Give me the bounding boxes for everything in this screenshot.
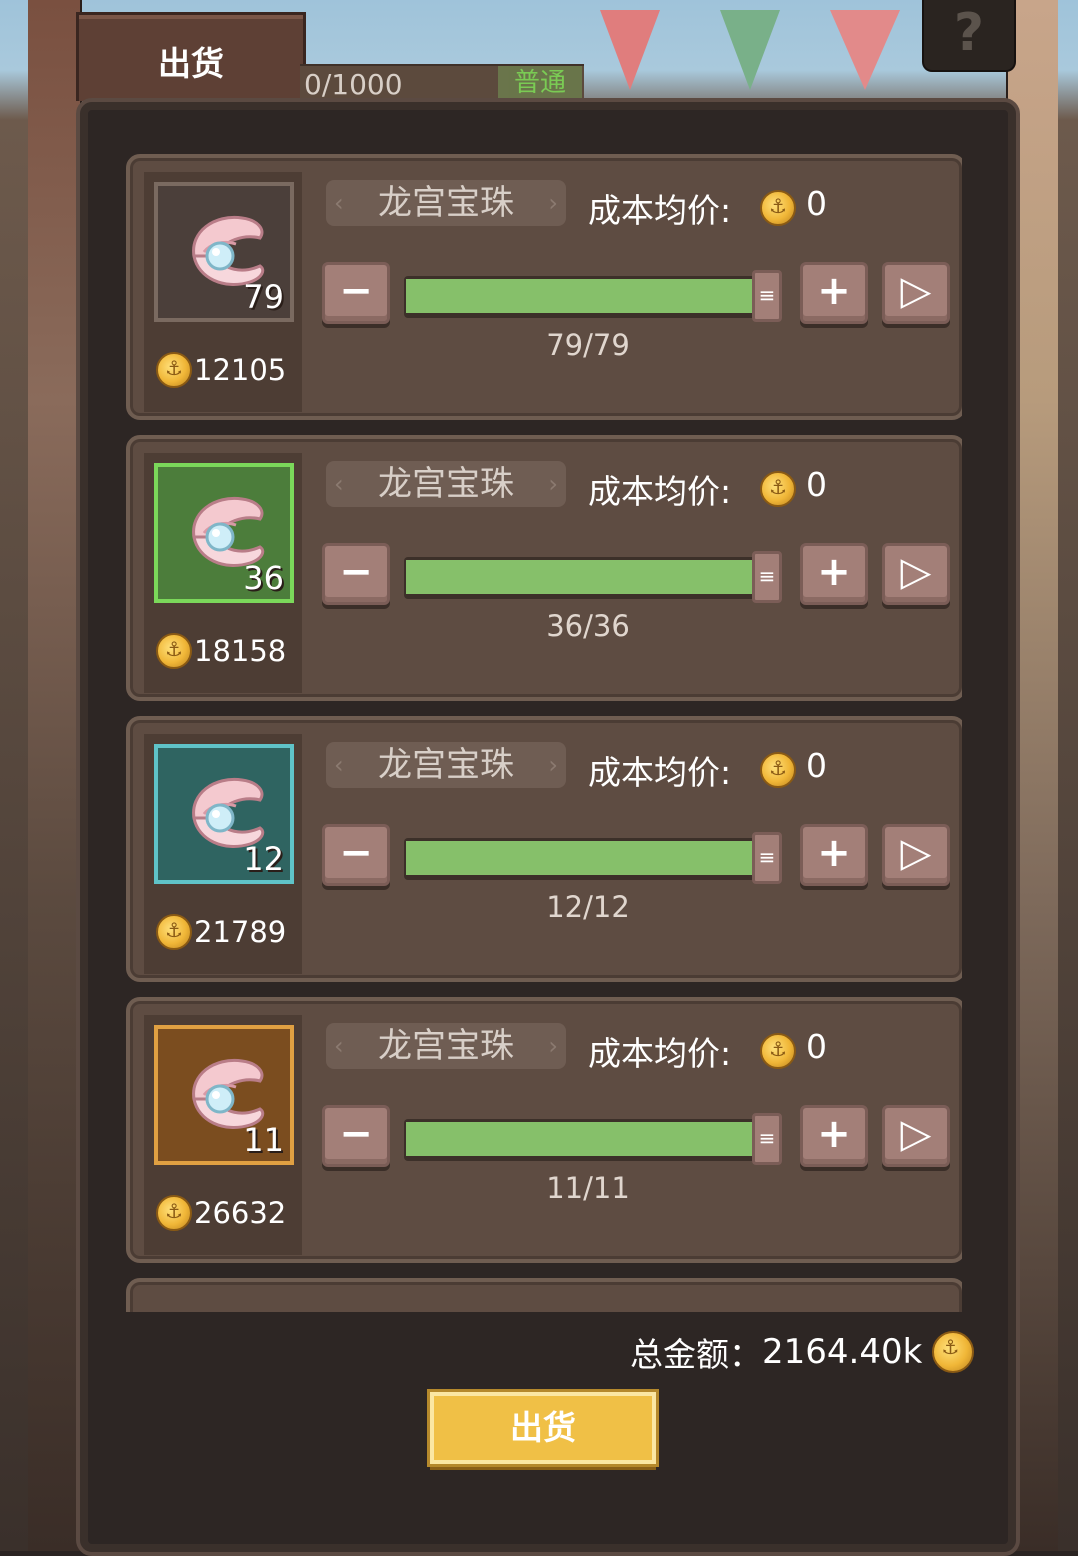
decrease-button[interactable]: − <box>322 824 390 886</box>
capacity-bar: 0/1000 普通 <box>300 64 584 102</box>
decrease-button[interactable]: − <box>322 262 390 324</box>
background-building-left <box>28 0 82 1551</box>
slider-fill <box>406 841 762 875</box>
cost-average-value: 0 <box>806 465 827 504</box>
coin-icon <box>156 352 192 388</box>
coin-icon <box>156 914 192 950</box>
ship-button[interactable]: 出货 <box>430 1392 656 1464</box>
capacity-text: 0/1000 <box>304 68 403 101</box>
increase-button[interactable]: + <box>800 1105 868 1167</box>
sell-price-value: 26632 <box>194 1196 287 1230</box>
total-value: 2164.40k <box>762 1332 923 1372</box>
increase-button[interactable]: + <box>800 262 868 324</box>
item-name-pill[interactable]: ‹ 龙宫宝珠 › <box>326 742 566 788</box>
selected-count: 79/79 <box>546 328 630 362</box>
chevron-right-icon: › <box>548 470 558 498</box>
selected-count: 36/36 <box>546 609 630 643</box>
cost-average-label: 成本均价: <box>588 472 732 511</box>
item-card: 79 12105 ‹ 龙宫宝珠 › 成本均价: 0 − ≡ + ▷ 79/79 <box>126 154 962 420</box>
quantity-slider[interactable] <box>404 838 764 880</box>
cost-average-label: 成本均价: <box>588 1034 732 1073</box>
item-card-partial <box>126 1278 962 1312</box>
item-slot: 79 12105 <box>144 172 302 412</box>
rarity-tag[interactable]: 普通 <box>498 66 582 100</box>
selected-count: 12/12 <box>546 890 630 924</box>
slider-handle[interactable]: ≡ <box>752 832 782 884</box>
cost-average-value: 0 <box>806 746 827 785</box>
item-name-pill[interactable]: ‹ 龙宫宝珠 › <box>326 1023 566 1069</box>
sell-price-value: 21789 <box>194 915 287 949</box>
item-list[interactable]: 79 12105 ‹ 龙宫宝珠 › 成本均价: 0 − ≡ + ▷ 79/79 <box>126 154 962 1312</box>
max-button[interactable]: ▷ <box>882 543 950 605</box>
item-name: 龙宫宝珠 <box>378 183 514 223</box>
coin-icon <box>760 471 796 507</box>
slider-fill <box>406 560 762 594</box>
item-name-pill[interactable]: ‹ 龙宫宝珠 › <box>326 180 566 226</box>
item-frame[interactable]: 36 <box>154 463 294 603</box>
total-label: 总金额： <box>630 1335 762 1374</box>
item-slot: 12 21789 <box>144 734 302 974</box>
cost-average-value: 0 <box>806 1027 827 1066</box>
sell-price: 12105 <box>156 350 286 390</box>
chevron-right-icon: › <box>548 189 558 217</box>
tab-ship[interactable]: 出货 <box>76 12 306 101</box>
decrease-button[interactable]: − <box>322 543 390 605</box>
item-quantity: 12 <box>243 840 284 878</box>
coin-icon <box>760 190 796 226</box>
ship-panel: 79 12105 ‹ 龙宫宝珠 › 成本均价: 0 − ≡ + ▷ 79/79 <box>76 98 1020 1556</box>
decrease-button[interactable]: − <box>322 1105 390 1167</box>
coin-icon <box>932 1331 975 1373</box>
slider-handle[interactable]: ≡ <box>752 551 782 603</box>
sell-price: 21789 <box>156 912 286 952</box>
cost-average-value: 0 <box>806 184 827 223</box>
sell-price-value: 18158 <box>194 634 287 668</box>
slider-fill <box>406 1122 762 1156</box>
item-frame[interactable]: 79 <box>154 182 294 322</box>
coin-icon <box>156 633 192 669</box>
item-slot: 11 26632 <box>144 1015 302 1255</box>
sell-price: 18158 <box>156 631 286 671</box>
chevron-left-icon: ‹ <box>334 751 344 779</box>
tab-ship-label: 出货 <box>158 44 224 83</box>
item-name: 龙宫宝珠 <box>378 1026 514 1066</box>
chevron-left-icon: ‹ <box>334 189 344 217</box>
chevron-left-icon: ‹ <box>334 470 344 498</box>
sell-price: 26632 <box>156 1193 286 1233</box>
item-card: 11 26632 ‹ 龙宫宝珠 › 成本均价: 0 − ≡ + ▷ 11/11 <box>126 997 962 1263</box>
quantity-slider[interactable] <box>404 1119 764 1161</box>
item-frame[interactable]: 11 <box>154 1025 294 1165</box>
cost-average-label: 成本均价: <box>588 753 732 792</box>
item-card: 12 21789 ‹ 龙宫宝珠 › 成本均价: 0 − ≡ + ▷ 12/12 <box>126 716 962 982</box>
item-name: 龙宫宝珠 <box>378 464 514 504</box>
item-card: 36 18158 ‹ 龙宫宝珠 › 成本均价: 0 − ≡ + ▷ 36/36 <box>126 435 962 701</box>
total-row: 总金额： 2164.40k <box>630 1328 975 1376</box>
selected-count: 11/11 <box>546 1171 630 1205</box>
quantity-slider[interactable] <box>404 276 764 318</box>
increase-button[interactable]: + <box>800 543 868 605</box>
quantity-slider[interactable] <box>404 557 764 599</box>
slider-handle[interactable]: ≡ <box>752 1113 782 1165</box>
item-name: 龙宫宝珠 <box>378 745 514 785</box>
coin-icon <box>156 1195 192 1231</box>
slider-fill <box>406 279 762 313</box>
cost-average-label: 成本均价: <box>588 191 732 230</box>
max-button[interactable]: ▷ <box>882 824 950 886</box>
max-button[interactable]: ▷ <box>882 262 950 324</box>
chevron-left-icon: ‹ <box>334 1032 344 1060</box>
item-frame[interactable]: 12 <box>154 744 294 884</box>
item-quantity: 79 <box>243 278 284 316</box>
max-button[interactable]: ▷ <box>882 1105 950 1167</box>
item-name-pill[interactable]: ‹ 龙宫宝珠 › <box>326 461 566 507</box>
coin-icon <box>760 1033 796 1069</box>
sell-price-value: 12105 <box>194 353 287 387</box>
chevron-right-icon: › <box>548 751 558 779</box>
chevron-right-icon: › <box>548 1032 558 1060</box>
item-quantity: 36 <box>243 559 284 597</box>
slider-handle[interactable]: ≡ <box>752 270 782 322</box>
item-quantity: 11 <box>243 1121 284 1159</box>
item-slot: 36 18158 <box>144 453 302 693</box>
help-button[interactable]: ? <box>922 0 1016 72</box>
increase-button[interactable]: + <box>800 824 868 886</box>
coin-icon <box>760 752 796 788</box>
